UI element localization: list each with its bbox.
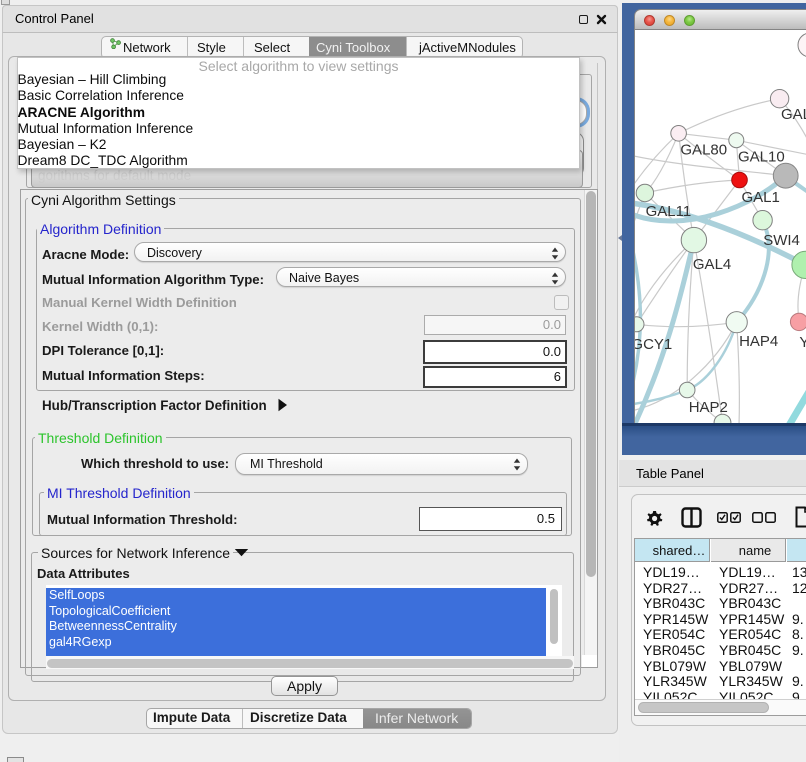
svg-text:GAL10: GAL10	[738, 149, 785, 166]
svg-text:SWI4: SWI4	[763, 232, 800, 249]
svg-text:GAL11: GAL11	[646, 203, 692, 220]
svg-text:GAL4: GAL4	[693, 256, 731, 273]
svg-text:GAL80: GAL80	[680, 142, 727, 159]
svg-text:HAP2: HAP2	[689, 399, 728, 416]
svg-text:Y: Y	[799, 334, 806, 351]
svg-text:GAL1: GAL1	[742, 189, 780, 206]
svg-text:GAL2: GAL2	[781, 106, 806, 123]
svg-text:GCY1: GCY1	[635, 336, 672, 353]
svg-text:HAP4: HAP4	[739, 333, 778, 350]
